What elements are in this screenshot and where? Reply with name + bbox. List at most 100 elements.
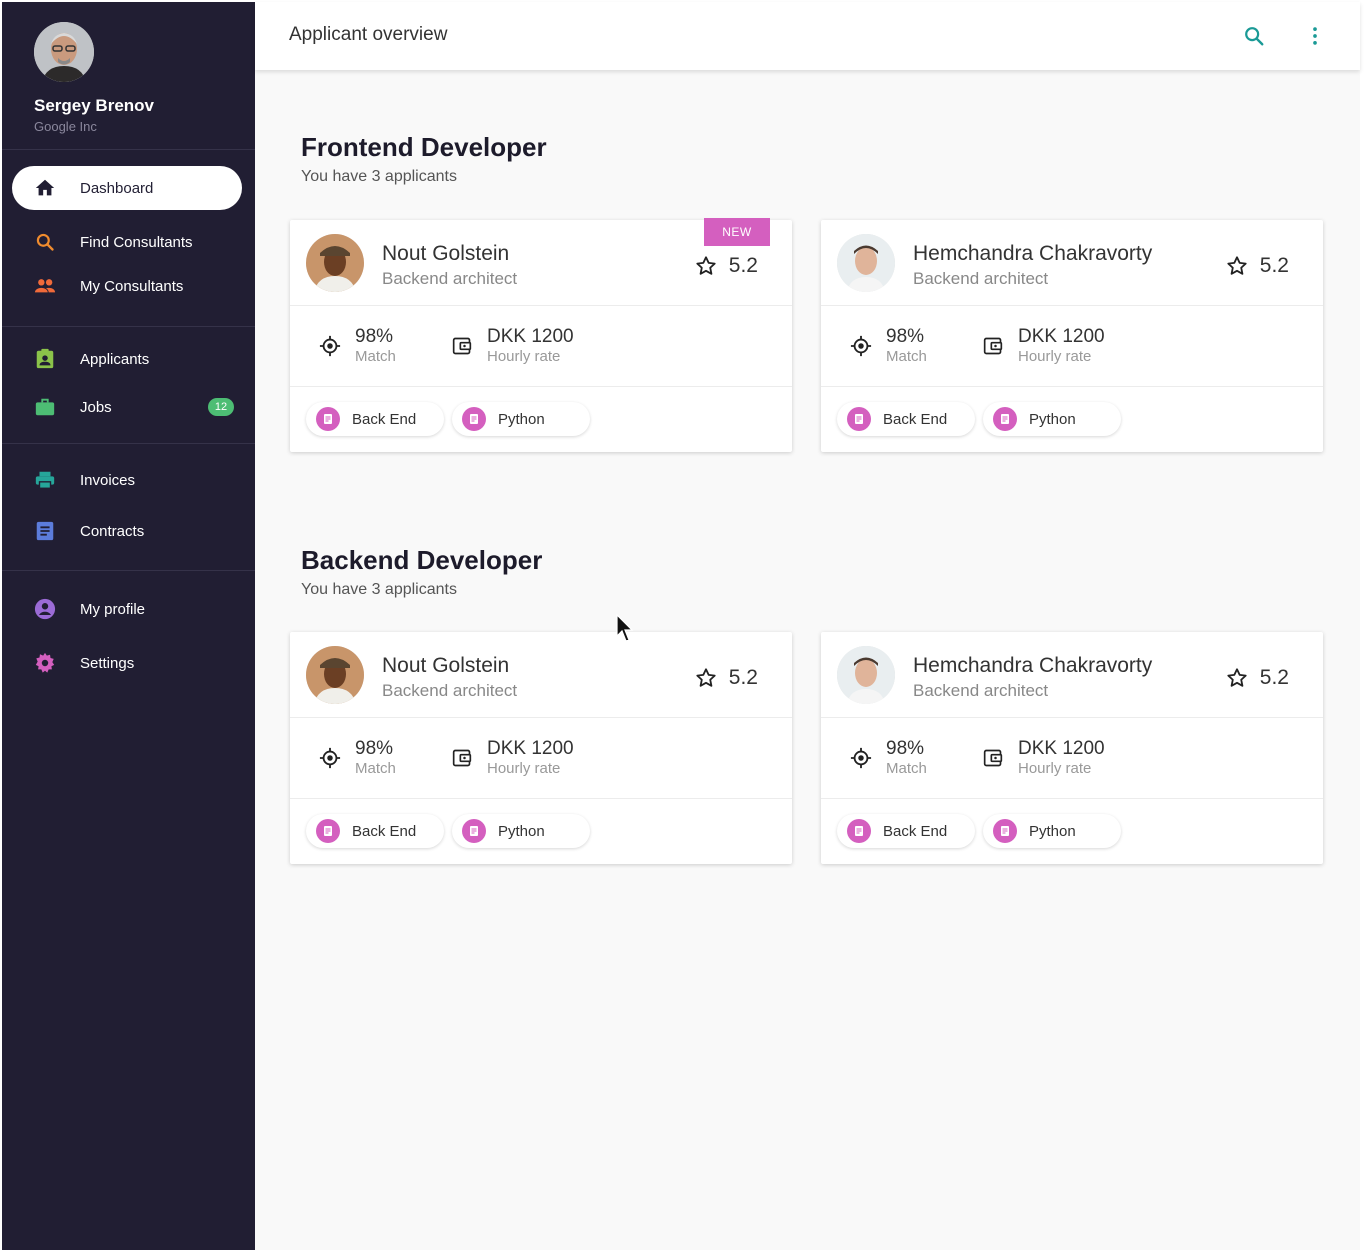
crosshair-icon [318,746,342,770]
user-profile: Sergey Brenov Google Inc [2,2,255,150]
wallet-icon [981,746,1005,770]
sidebar-item-label: Contracts [80,522,145,540]
applicant-avatar [306,234,364,292]
applicant-avatar [306,646,364,704]
search-icon[interactable] [1240,22,1268,50]
applicant-role: Backend architect [382,269,518,288]
match-label: Match [886,348,927,365]
jobs-count-badge: 12 [208,398,234,416]
sidebar-item-label: Settings [80,654,135,672]
document-icon [462,819,486,843]
card-stats: 98% Match DKK 1200 Hourly rate [290,718,792,799]
rate-label: Hourly rate [487,760,561,777]
applicant-name: Nout Golstein [382,242,510,265]
sidebar-item-label: My Consultants [80,277,184,295]
skill-tag[interactable]: Back End [837,814,975,848]
crosshair-icon [849,334,873,358]
user-avatar[interactable] [34,22,94,82]
applicant-card[interactable]: Nout Golstein Backend architect NEW 5.2 … [290,218,792,452]
skill-tag[interactable]: Python [983,814,1121,848]
crosshair-icon [849,746,873,770]
gear-icon [34,652,56,674]
nav-group-finance: Invoices Contracts [2,444,255,571]
sidebar-item-label: Applicants [80,350,150,368]
rating-value: 5.2 [728,666,758,689]
document-icon [847,407,871,431]
skill-tag[interactable]: Back End [306,402,444,436]
rate-value: DKK 1200 [1018,326,1105,347]
sidebar-item-settings[interactable]: Settings [12,641,242,685]
rate-value: DKK 1200 [487,326,574,347]
sidebar-item-applicants[interactable]: Applicants [12,337,242,381]
section-subtitle: You have 3 applicants [301,168,457,185]
applicant-name: Hemchandra Chakravorty [913,242,1153,265]
star-icon [1227,256,1247,275]
sidebar-item-contracts[interactable]: Contracts [12,509,242,553]
rate-stat: DKK 1200 Hourly rate [981,738,1105,778]
skill-tag[interactable]: Python [452,402,590,436]
applicant-role: Backend architect [913,681,1049,700]
match-value: 98% [886,738,925,759]
sidebar-item-label: Find Consultants [80,233,193,251]
skill-tag[interactable]: Python [452,814,590,848]
section-title: Frontend Developer [301,132,547,162]
skill-tag[interactable]: Back End [306,814,444,848]
sidebar-item-my-profile[interactable]: My profile [12,587,242,631]
skill-tag-label: Back End [883,410,948,428]
rate-stat: DKK 1200 Hourly rate [450,738,574,778]
rating-value: 5.2 [1259,666,1289,689]
card-tags: Back End Python [290,387,792,451]
wallet-icon [450,746,474,770]
wallet-icon [981,334,1005,358]
applicant-rating: 5.2 [1226,254,1289,278]
card-stats: 98% Match DKK 1200 Hourly rate [821,718,1323,799]
card-stats: 98% Match DKK 1200 Hourly rate [290,306,792,387]
skill-tag-label: Python [1029,822,1076,840]
applicant-avatar [837,234,895,292]
match-value: 98% [355,326,394,347]
briefcase-icon [34,396,56,418]
match-stat: 98% Match [318,326,396,366]
match-label: Match [886,760,927,777]
document-icon [34,520,56,542]
document-icon [847,819,871,843]
rate-label: Hourly rate [1018,760,1092,777]
rate-value: DKK 1200 [487,738,574,759]
nav-group-main: Dashboard Find Consultants My Consultant… [2,150,255,327]
sidebar-item-label: Invoices [80,471,136,489]
skill-tag-label: Back End [352,410,417,428]
printer-icon [34,469,56,491]
match-label: Match [355,348,396,365]
sidebar-item-invoices[interactable]: Invoices [12,458,242,502]
applicant-card[interactable]: Hemchandra Chakravorty Backend architect… [821,220,1323,452]
card-header: Nout Golstein Backend architect 5.2 [290,632,792,718]
document-icon [993,407,1017,431]
applicant-name: Nout Golstein [382,654,510,677]
match-stat: 98% Match [318,738,396,778]
skill-tag-label: Python [498,410,545,428]
match-value: 98% [886,326,925,347]
sidebar-item-dashboard[interactable]: Dashboard [12,166,242,210]
applicant-role: Backend architect [382,681,518,700]
user-name: Sergey Brenov [34,96,154,115]
sidebar-item-label: Jobs [80,398,112,416]
card-header: Hemchandra Chakravorty Backend architect… [821,632,1323,718]
rate-stat: DKK 1200 Hourly rate [450,326,574,366]
match-label: Match [355,760,396,777]
sidebar-item-my-consultants[interactable]: My Consultants [12,264,242,308]
more-vertical-icon[interactable] [1301,22,1329,50]
applicant-card[interactable]: Hemchandra Chakravorty Backend architect… [821,632,1323,864]
mouse-pointer-icon [616,613,636,649]
sidebar-item-find-consultants[interactable]: Find Consultants [12,220,242,264]
skill-tag[interactable]: Back End [837,402,975,436]
skill-tag[interactable]: Python [983,402,1121,436]
rating-value: 5.2 [1259,254,1289,277]
applicant-card[interactable]: Nout Golstein Backend architect 5.2 98% … [290,632,792,864]
sidebar-item-jobs[interactable]: Jobs 12 [12,385,242,429]
star-icon [696,256,716,275]
applicant-rating: 5.2 [695,666,758,690]
document-icon [316,407,340,431]
clipboard-account-icon [34,348,56,370]
new-badge: NEW [704,218,770,246]
skill-tag-label: Python [1029,410,1076,428]
